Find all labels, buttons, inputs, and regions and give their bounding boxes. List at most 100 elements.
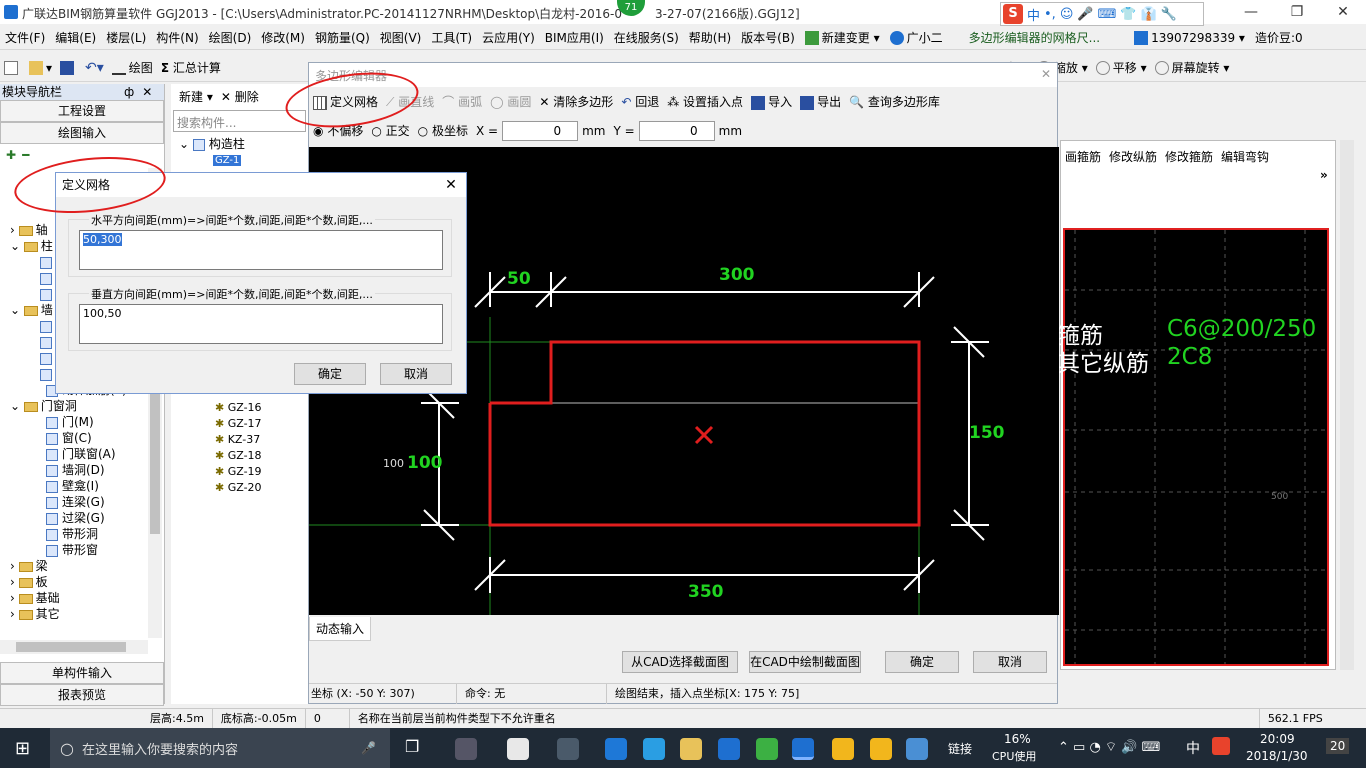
tree-folder-other[interactable]: › 其它 — [0, 606, 148, 622]
draw-arc-button[interactable]: ⌒ 画弧 — [438, 88, 486, 116]
ime-indicator[interactable]: 中 — [1186, 738, 1200, 758]
glodon-green-icon[interactable] — [756, 738, 778, 760]
new-component-button[interactable]: 新建 ▾ — [175, 83, 217, 111]
tree-folder-foundation[interactable]: › 基础 — [0, 590, 148, 606]
ie-icon[interactable] — [643, 738, 665, 760]
report-preview-button[interactable]: 报表预览 — [0, 684, 164, 706]
ime-toolbar[interactable]: S 中 •, ☺ 🎤 ⌨ 👕 👔 🔧 — [1000, 2, 1204, 26]
nav-close-icon[interactable]: ✕ — [142, 84, 152, 100]
new-change-menu[interactable]: 新建变更 ▾ — [800, 26, 885, 50]
component-item[interactable]: ✱ GZ-18 — [215, 448, 262, 464]
menu-rebar[interactable]: 钢筋量(Q) — [310, 26, 375, 50]
tree-item-strip-hole[interactable]: 带形洞 — [0, 526, 148, 542]
option-polar[interactable]: ○ 极坐标 — [414, 117, 472, 145]
component-item-selected[interactable]: GZ-1 — [171, 152, 308, 166]
tree-item-link-beam[interactable]: 连梁(G) — [0, 494, 148, 510]
tree-folder-door-window[interactable]: ⌄ 门窗洞 — [0, 398, 148, 414]
new-file-icon[interactable] — [0, 54, 25, 82]
pin-icon[interactable]: ф — [124, 84, 134, 100]
tree-root-construction-column[interactable]: ⌄ 构造柱 — [171, 136, 308, 152]
menu-tools[interactable]: 工具(T) — [426, 26, 477, 50]
single-component-button[interactable]: 单构件输入 — [0, 662, 164, 684]
draw-circle-button[interactable]: ◯ 画圆 — [486, 88, 535, 116]
close-button[interactable]: ✕ — [1320, 1, 1366, 23]
import-button[interactable]: 导入 — [747, 88, 796, 116]
draw-stirrup-button[interactable]: 画箍筋 — [1061, 143, 1105, 171]
menu-floor[interactable]: 楼层(L) — [101, 26, 151, 50]
maximize-button[interactable]: ❐ — [1274, 1, 1320, 23]
window-app-icon[interactable] — [906, 738, 928, 760]
more-tools-icon[interactable]: » — [1320, 168, 1328, 182]
component-item[interactable]: ✱ GZ-20 — [215, 480, 262, 496]
menu-cloud[interactable]: 云应用(Y) — [477, 26, 540, 50]
draw-in-cad-button[interactable]: 在CAD中绘制截面图 — [749, 651, 861, 673]
menu-help[interactable]: 帮助(H) — [684, 26, 736, 50]
microphone-icon[interactable]: 🎤 — [361, 741, 376, 755]
undo-icon[interactable]: ↶▾ — [81, 54, 108, 82]
menu-draw[interactable]: 绘图(D) — [204, 26, 257, 50]
menu-modify[interactable]: 修改(M) — [256, 26, 310, 50]
edit-hook-button[interactable]: 编辑弯钩 — [1217, 143, 1273, 171]
ie-edge-icon[interactable] — [507, 738, 529, 760]
windows-start-icon[interactable]: ⊞ — [15, 738, 30, 759]
export-button[interactable]: 导出 — [796, 88, 845, 116]
sogou-logo-icon[interactable]: S — [1003, 4, 1023, 24]
collapse-all-icon[interactable]: ━ — [22, 148, 29, 162]
tree-folder-slab[interactable]: › 板 — [0, 574, 148, 590]
menu-component[interactable]: 构件(N) — [151, 26, 203, 50]
select-from-cad-button[interactable]: 从CAD选择截面图 — [622, 651, 738, 673]
notification-center-icon[interactable]: 20 — [1326, 738, 1350, 754]
tree-item-window[interactable]: 窗(C) — [0, 430, 148, 446]
set-insert-point-button[interactable]: ⁂ 设置插入点 — [663, 88, 747, 116]
x-input[interactable]: 0 — [502, 121, 579, 141]
delete-component-button[interactable]: ✕ 删除 — [217, 83, 263, 111]
modify-long-bar-button[interactable]: 修改纵筋 — [1105, 143, 1161, 171]
skin-icon[interactable]: 👕 — [1120, 7, 1136, 22]
component-item[interactable]: ✱ GZ-19 — [215, 464, 262, 480]
y-input[interactable]: 0 — [638, 121, 715, 141]
component-item[interactable]: ✱ GZ-16 — [215, 400, 262, 416]
query-library-button[interactable]: 🔍 查询多边形库 — [845, 88, 944, 116]
expand-all-icon[interactable]: ✚ — [6, 148, 16, 162]
beans-count[interactable]: 造价豆:0 — [1250, 26, 1308, 50]
menu-file[interactable]: 文件(F) — [0, 26, 50, 50]
project-settings-button[interactable]: 工程设置 — [0, 100, 164, 122]
clock-date[interactable]: 2018/1/30 — [1246, 749, 1308, 763]
tree-item-door-window[interactable]: 门联窗(A) — [0, 446, 148, 462]
notice-link[interactable]: 多边形编辑器的网格尺... — [964, 26, 1105, 50]
edge-icon[interactable] — [605, 738, 627, 760]
sync-app-icon[interactable] — [557, 738, 579, 760]
undo-button[interactable]: ↶ 回退 — [617, 88, 663, 116]
tray-icons[interactable]: ⌃ ▭ ◔ ⌔ 🔊 ⌨ — [1058, 739, 1160, 755]
link-label[interactable]: 链接 — [948, 740, 972, 757]
component-item[interactable]: ✱ KZ-37 — [215, 432, 262, 448]
wrench-icon[interactable]: 🔧 — [1161, 7, 1177, 22]
tree-item-door[interactable]: 门(M) — [0, 414, 148, 430]
punctuation-icon[interactable]: •, — [1044, 7, 1056, 22]
save-icon[interactable] — [56, 54, 81, 82]
horizontal-scrollbar[interactable] — [0, 640, 148, 654]
file-explorer-icon[interactable] — [680, 738, 702, 760]
dialog-close-icon[interactable]: ✕ — [436, 173, 466, 197]
notes-app-icon[interactable] — [832, 738, 854, 760]
horizontal-spacing-input[interactable]: 50,300 — [79, 230, 443, 270]
tree-item-niche[interactable]: 壁龛(I) — [0, 478, 148, 494]
menu-online[interactable]: 在线服务(S) — [609, 26, 684, 50]
dialog-ok-button[interactable]: 确定 — [294, 363, 366, 385]
rotate-button[interactable]: 屏幕旋转 ▾ — [1151, 54, 1234, 82]
editor-cancel-button[interactable]: 取消 — [973, 651, 1047, 673]
drawing-input-button[interactable]: 绘图输入 — [0, 122, 164, 144]
open-folder-icon[interactable]: ▾ — [25, 54, 56, 82]
tree-item-lintel[interactable]: 过梁(G) — [0, 510, 148, 526]
tree-folder-beam[interactable]: › 梁 — [0, 558, 148, 574]
right-scrollbar[interactable] — [1340, 140, 1354, 670]
tree-item-wall-hole[interactable]: 墙洞(D) — [0, 462, 148, 478]
dialog-cancel-button[interactable]: 取消 — [380, 363, 452, 385]
vertical-spacing-input[interactable]: 100,50 — [79, 304, 443, 344]
glodon-g-icon[interactable] — [718, 738, 740, 760]
keyboard-icon[interactable]: ⌨ — [1098, 7, 1117, 22]
pan-button[interactable]: 平移 ▾ — [1092, 54, 1151, 82]
clock-time[interactable]: 20:09 — [1260, 732, 1295, 746]
user-account[interactable]: 13907298339 ▾ — [1129, 26, 1250, 50]
fan-app-icon[interactable] — [455, 738, 477, 760]
